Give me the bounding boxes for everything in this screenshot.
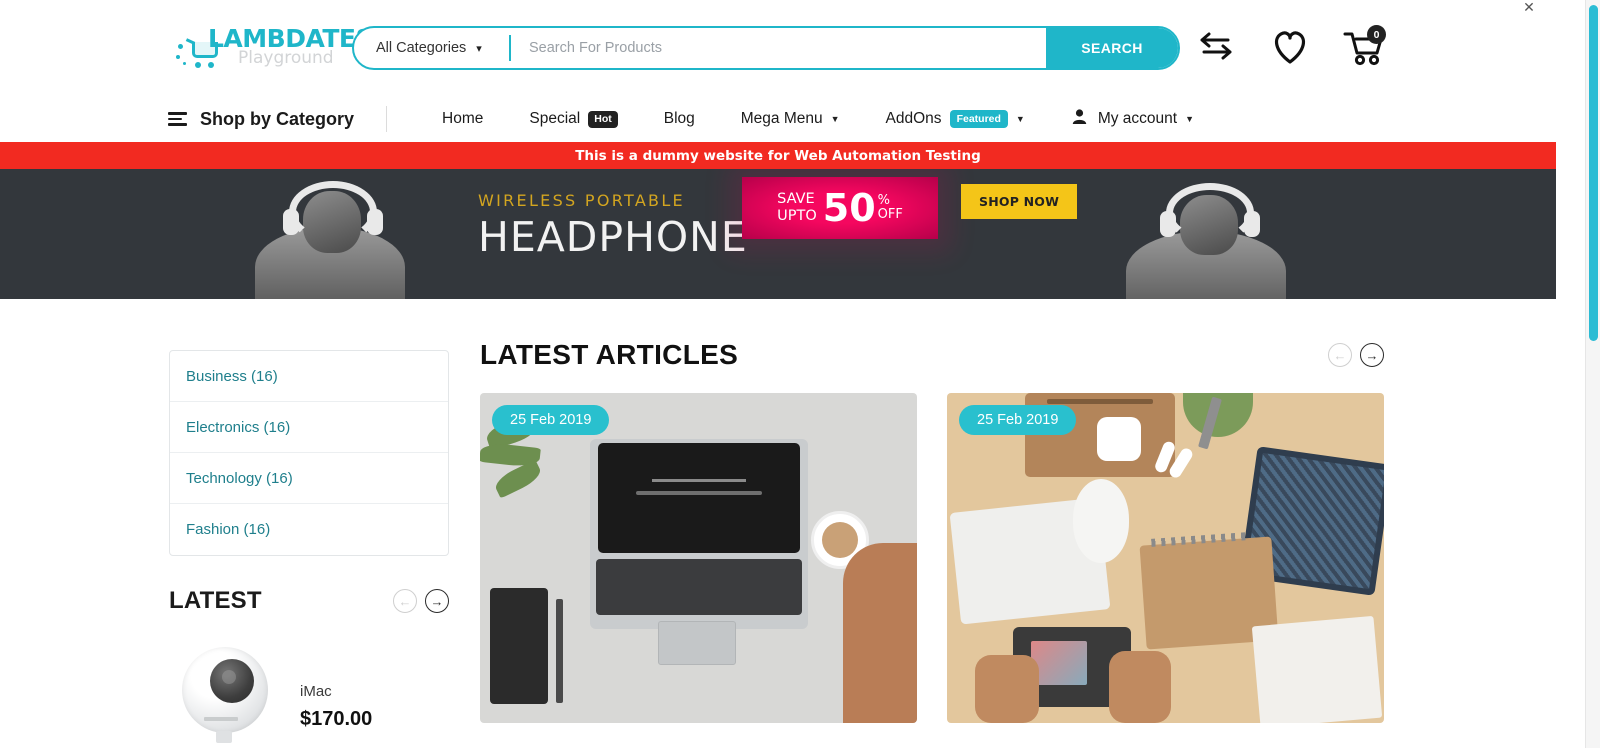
nav-item-mega-menu[interactable]: Mega Menu ▼ — [718, 110, 863, 128]
scrollbar-thumb[interactable] — [1589, 5, 1598, 341]
latest-product-info: iMac $170.00 — [300, 639, 372, 731]
headphone-model-left-photo — [215, 169, 455, 299]
category-item-label: Electronics (16) — [186, 418, 291, 436]
dummy-site-notice: This is a dummy website for Web Automati… — [0, 142, 1556, 169]
promo-upto-label: UPTO — [777, 208, 817, 224]
articles-prev-button[interactable]: ← — [1328, 343, 1352, 367]
chevron-down-icon: ▾ — [476, 42, 482, 55]
person-icon — [1071, 108, 1088, 130]
article-image — [947, 393, 1384, 723]
latest-section-header: LATEST ← → — [169, 587, 449, 615]
logo-subtitle: Playground — [238, 48, 334, 68]
shop-by-category-button[interactable]: Shop by Category — [168, 109, 354, 130]
cart-count-badge: 0 — [1367, 25, 1386, 44]
close-icon[interactable]: ✕ — [1520, 0, 1538, 18]
chevron-down-icon: ▼ — [1015, 114, 1025, 124]
promo-amount: 50 — [822, 186, 876, 230]
article-date-badge: 25 Feb 2019 — [492, 405, 610, 435]
latest-carousel-controls: ← → — [393, 589, 449, 613]
category-item-label: Fashion (16) — [186, 521, 271, 538]
category-item-fashion[interactable]: Fashion (16) — [170, 504, 448, 555]
latest-next-button[interactable]: → — [425, 589, 449, 613]
shop-now-button[interactable]: SHOP NOW — [961, 184, 1078, 219]
cart-icon[interactable]: 0 — [1342, 22, 1386, 70]
article-card[interactable]: 25 Feb 2019 — [480, 393, 917, 723]
latest-section-title: LATEST — [169, 587, 262, 614]
article-image — [480, 393, 917, 723]
category-item-electronics[interactable]: Electronics (16) — [170, 402, 448, 453]
vertical-scrollbar[interactable] — [1585, 0, 1600, 748]
articles-section-title: LATEST ARTICLES — [480, 339, 739, 370]
hot-badge: Hot — [588, 110, 618, 128]
latest-product-name[interactable]: iMac — [300, 683, 372, 700]
hero-kicker: WIRELESS PORTABLE — [478, 191, 685, 210]
category-select-label: All Categories — [376, 40, 467, 56]
site-logo[interactable]: LAMBDATEST Playground — [176, 22, 390, 78]
nav-item-label: Mega Menu — [740, 110, 823, 127]
nav-item-label: AddOns — [885, 110, 942, 127]
heart-icon[interactable] — [1268, 22, 1312, 70]
browser-viewport: ✕ LAMBDATEST Playground All Categories ▾… — [0, 0, 1600, 748]
category-list-card: Business (16) Electronics (16) Technolog… — [169, 350, 449, 556]
category-item-business[interactable]: Business (16) — [170, 351, 448, 402]
latest-product-item[interactable]: iMac $170.00 — [176, 639, 456, 743]
page-content: ✕ LAMBDATEST Playground All Categories ▾… — [0, 0, 1556, 748]
category-item-technology[interactable]: Technology (16) — [170, 453, 448, 504]
latest-prev-button[interactable]: ← — [393, 589, 417, 613]
articles-card-list: 25 Feb 2019 25 Feb 2019 — [480, 393, 1384, 723]
nav-item-label: Blog — [663, 110, 695, 127]
hero-title: HEADPHONE — [478, 213, 748, 261]
category-select[interactable]: All Categories ▾ — [354, 40, 509, 56]
article-date-badge: 25 Feb 2019 — [959, 405, 1077, 435]
nav-item-label: Home — [442, 110, 484, 127]
site-header: LAMBDATEST Playground All Categories ▾ S… — [0, 0, 1556, 96]
promo-save-label: SAVE — [777, 191, 815, 207]
chevron-down-icon: ▼ — [830, 114, 840, 124]
promo-off-label: OFF — [877, 207, 903, 222]
category-item-label: Business (16) — [186, 367, 278, 385]
hero-promo-badge: SAVE UPTO 50 % OFF — [742, 177, 938, 239]
latest-product-image — [176, 639, 284, 743]
header-icon-group: 0 — [1194, 22, 1386, 70]
article-card[interactable]: 25 Feb 2019 — [947, 393, 1384, 723]
hero-banner[interactable]: WIRELESS PORTABLE HEADPHONE SAVE UPTO 50… — [0, 169, 1556, 299]
nav-item-my-account[interactable]: My account ▼ — [1048, 108, 1217, 130]
nav-item-label: Special — [529, 110, 581, 127]
nav-divider — [386, 106, 388, 132]
nav-item-list: Home Special Hot Blog Mega Menu ▼ AddOns… — [419, 108, 1217, 130]
featured-badge: Featured — [949, 110, 1008, 128]
articles-carousel-controls: ← → — [1328, 343, 1384, 367]
articles-next-button[interactable]: → — [1360, 343, 1384, 367]
hero-text-block: WIRELESS PORTABLE HEADPHONE — [478, 191, 748, 261]
nav-item-label: My account — [1097, 110, 1178, 127]
compare-arrows-icon[interactable] — [1194, 22, 1238, 70]
latest-product-price: $170.00 — [300, 708, 373, 730]
nav-item-blog[interactable]: Blog — [641, 110, 718, 128]
headphone-model-right-photo — [1096, 169, 1326, 299]
nav-item-addons[interactable]: AddOns Featured ▼ — [863, 110, 1048, 128]
articles-section-header: LATEST ARTICLES ← → — [480, 339, 1384, 371]
category-item-label: Technology (16) — [186, 469, 293, 487]
search-button[interactable]: SEARCH — [1046, 28, 1178, 68]
nav-item-home[interactable]: Home — [419, 110, 506, 128]
shop-by-category-label: Shop by Category — [200, 108, 355, 129]
chevron-down-icon: ▼ — [1185, 114, 1195, 124]
search-bar: All Categories ▾ SEARCH — [352, 26, 1180, 70]
main-navigation: Shop by Category Home Special Hot Blog M… — [0, 96, 1556, 142]
main-content: Business (16) Electronics (16) Technolog… — [0, 299, 1556, 748]
promo-percent-symbol: % — [877, 193, 891, 208]
nav-item-special[interactable]: Special Hot — [506, 110, 640, 128]
hamburger-icon — [168, 112, 187, 126]
search-input[interactable] — [511, 28, 1046, 68]
